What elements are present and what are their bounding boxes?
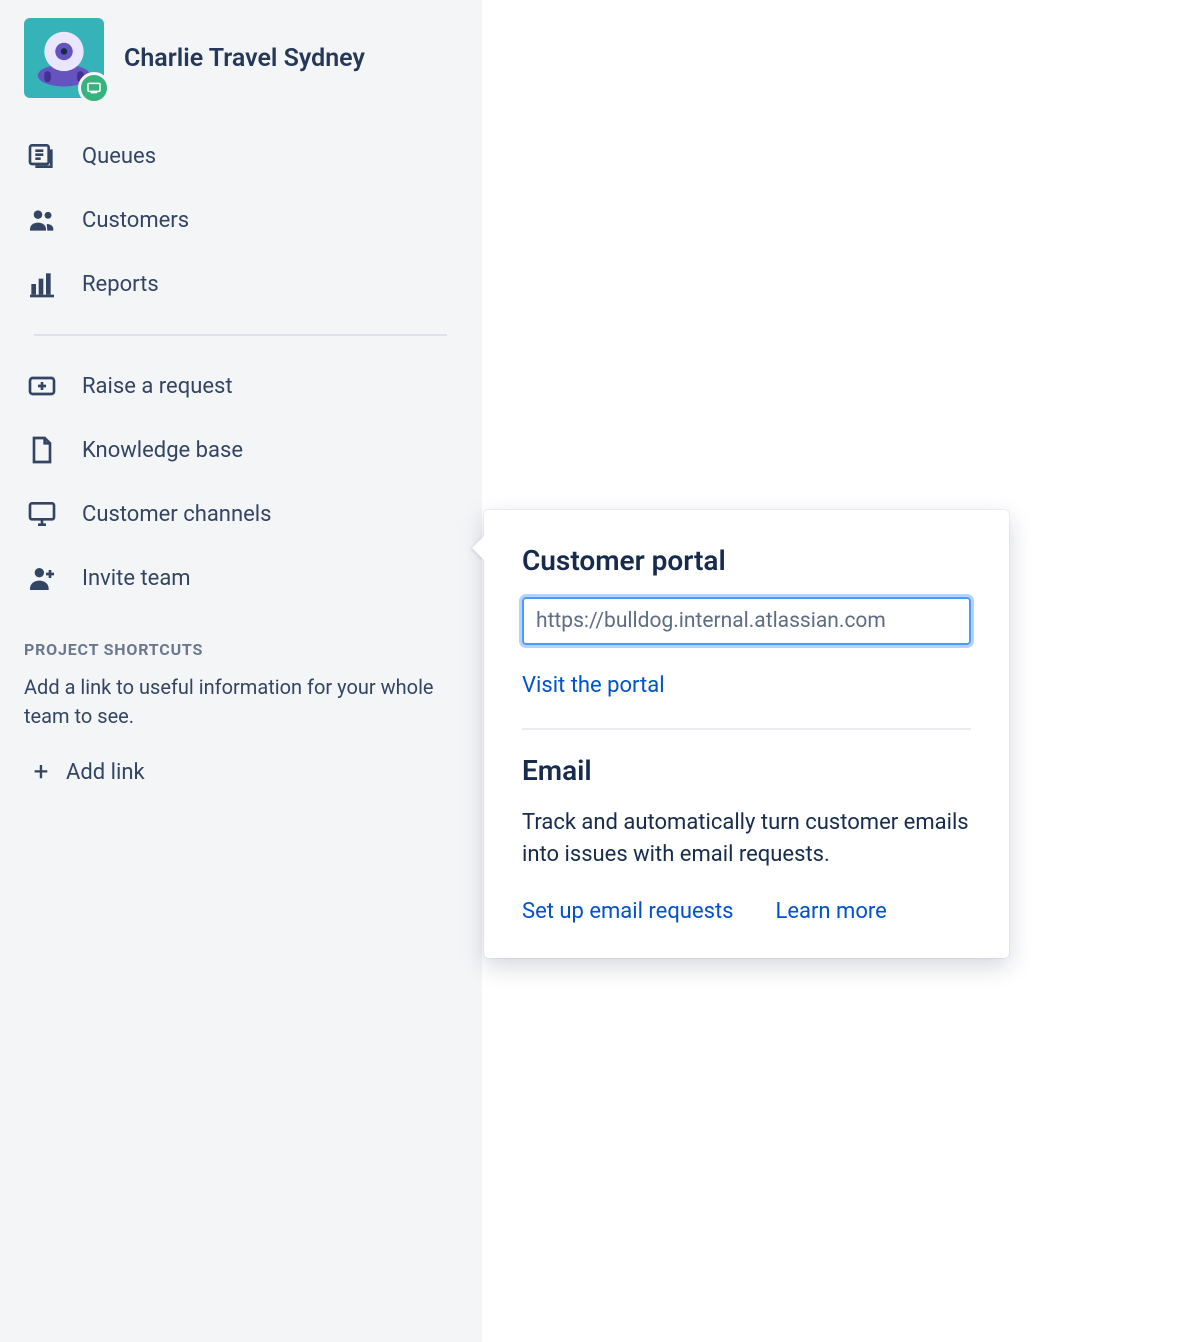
customer-channels-popover: Customer portal Visit the portal Email T…	[484, 510, 1009, 958]
sidebar-divider	[34, 334, 447, 336]
popover-divider	[522, 728, 971, 730]
email-heading: Email	[522, 754, 971, 787]
sidebar-item-label: Reports	[82, 272, 159, 297]
sidebar-item-knowledge-base[interactable]: Knowledge base	[0, 418, 481, 482]
sidebar-item-label: Queues	[82, 144, 156, 169]
queues-icon	[24, 138, 60, 174]
sidebar: Charlie Travel Sydney Queues	[0, 0, 482, 1342]
sidebar-item-customers[interactable]: Customers	[0, 188, 481, 252]
invite-team-icon	[24, 560, 60, 596]
sidebar-item-raise-request[interactable]: Raise a request	[0, 354, 481, 418]
add-link-label: Add link	[66, 760, 145, 785]
nav-primary-group: Queues Customers	[0, 118, 481, 322]
project-avatar[interactable]	[24, 18, 104, 98]
service-desk-badge-icon	[78, 72, 110, 104]
add-link-button[interactable]: + Add link	[0, 747, 481, 797]
reports-icon	[24, 266, 60, 302]
sidebar-item-invite-team[interactable]: Invite team	[0, 546, 481, 610]
raise-request-icon	[24, 368, 60, 404]
sidebar-item-queues[interactable]: Queues	[0, 124, 481, 188]
visit-portal-link[interactable]: Visit the portal	[522, 673, 665, 698]
sidebar-item-label: Raise a request	[82, 374, 233, 399]
plus-icon: +	[24, 757, 58, 787]
project-title: Charlie Travel Sydney	[124, 44, 365, 73]
monitor-icon	[24, 496, 60, 532]
portal-url-input[interactable]	[522, 597, 971, 645]
customer-portal-heading: Customer portal	[522, 544, 971, 577]
main-area: Customer portal Visit the portal Email T…	[482, 0, 1182, 1342]
project-shortcuts-heading: PROJECT SHORTCUTS	[0, 616, 481, 665]
customers-icon	[24, 202, 60, 238]
sidebar-item-label: Customers	[82, 208, 189, 233]
project-shortcuts-desc: Add a link to useful information for you…	[0, 665, 481, 747]
knowledge-base-icon	[24, 432, 60, 468]
sidebar-item-label: Knowledge base	[82, 438, 243, 463]
sidebar-item-label: Invite team	[82, 566, 191, 591]
nav-secondary-group: Raise a request Knowledge base Customer …	[0, 348, 481, 616]
sidebar-item-customer-channels[interactable]: Customer channels	[0, 482, 481, 546]
email-desc: Track and automatically turn customer em…	[522, 807, 971, 871]
project-header: Charlie Travel Sydney	[0, 18, 481, 118]
sidebar-item-label: Customer channels	[82, 502, 271, 527]
learn-more-link[interactable]: Learn more	[776, 899, 887, 924]
sidebar-item-reports[interactable]: Reports	[0, 252, 481, 316]
setup-email-requests-link[interactable]: Set up email requests	[522, 899, 734, 924]
